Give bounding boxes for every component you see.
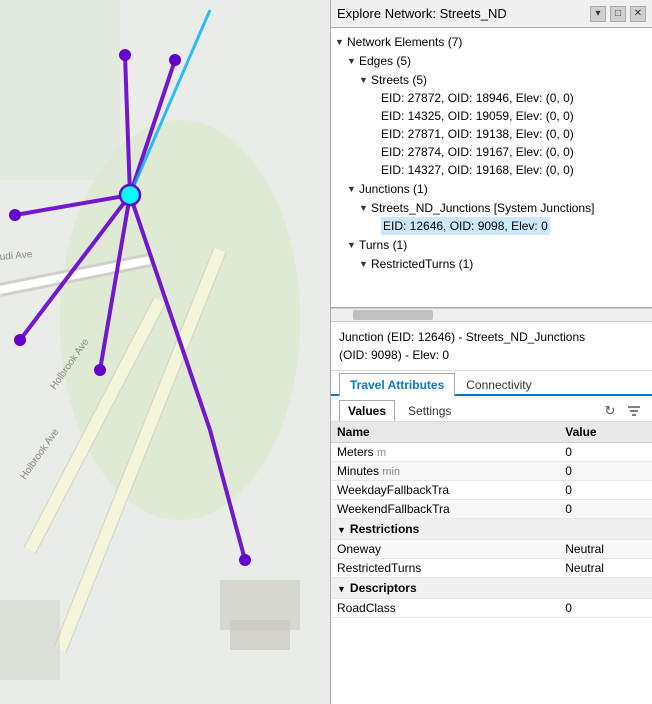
info-section: Junction (EID: 12646) - Streets_ND_Junct… [331,322,652,371]
table-row: RestrictedTurnsNeutral [331,559,652,578]
table-row: Minutes min0 [331,462,652,481]
tree-street-item-1[interactable]: EID: 14325, OID: 19059, Elev: (0, 0) [331,107,652,125]
tree-horizontal-scrollbar[interactable] [331,308,652,322]
tab-travel-attributes[interactable]: Travel Attributes [339,373,455,396]
dropdown-button[interactable]: ▾ [590,6,606,22]
root-triangle: ▼ [335,33,347,51]
tree-street-item-0[interactable]: EID: 27872, OID: 18946, Elev: (0, 0) [331,89,652,107]
tree-streets: ▼ Streets (5) [331,70,652,89]
tree-edges: ▼ Edges (5) [331,51,652,70]
tree-street-item-3[interactable]: EID: 27874, OID: 19167, Elev: (0, 0) [331,143,652,161]
tabs-bar: Travel Attributes Connectivity [331,373,652,396]
attr-table-container[interactable]: Name Value Meters m0Minutes min0WeekdayF… [331,422,652,704]
table-row: WeekendFallbackTra0 [331,500,652,519]
panel-title: Explore Network: Streets_ND [337,6,507,21]
info-line1: Junction (EID: 12646) - Streets_ND_Junct… [339,328,644,346]
tree-turns: ▼ Turns (1) [331,235,652,254]
map-area: Holbrook Ave Holbrook Ave udi Ave [0,0,330,704]
tab-connectivity[interactable]: Connectivity [455,373,542,396]
sub-tab-icons: ↻ [600,401,644,421]
table-row: Meters m0 [331,443,652,462]
table-row: WeekdayFallbackTra0 [331,481,652,500]
tree-junctions-sub: ▼ Streets_ND_Junctions [System Junctions… [331,198,652,217]
tree-street-item-4[interactable]: EID: 14327, OID: 19168, Elev: (0, 0) [331,161,652,179]
filter-icon[interactable] [624,401,644,421]
tree-area[interactable]: ▼ Network Elements (7) ▼ Edges (5) ▼ Str… [331,28,652,308]
restrictions-header-row: ▼Restrictions [331,519,652,540]
tree-root: ▼ Network Elements (7) [331,32,652,51]
panel-header: Explore Network: Streets_ND ▾ □ ✕ [331,0,652,28]
col-name-header: Name [331,422,559,443]
info-line2: (OID: 9098) - Elev: 0 [339,346,644,364]
col-value-header: Value [559,422,652,443]
minimize-button[interactable]: □ [610,6,626,22]
tree-restricted-turns: ▼ RestrictedTurns (1) [331,254,652,273]
subtab-values[interactable]: Values [339,400,395,421]
hscroll-thumb[interactable] [353,310,433,320]
table-row: RoadClass0 [331,599,652,618]
tree-junctions: ▼ Junctions (1) [331,179,652,198]
table-body: Meters m0Minutes min0WeekdayFallbackTra0… [331,443,652,618]
descriptors-header-row: ▼Descriptors [331,578,652,599]
subtab-settings[interactable]: Settings [399,400,460,421]
attr-table: Name Value Meters m0Minutes min0WeekdayF… [331,422,652,618]
close-button[interactable]: ✕ [630,6,646,22]
panel: Explore Network: Streets_ND ▾ □ ✕ ▼ Netw… [330,0,652,704]
sub-tabs-bar: Values Settings ↻ [331,396,652,422]
refresh-icon[interactable]: ↻ [600,401,620,421]
tree-junction-selected[interactable]: EID: 12646, OID: 9098, Elev: 0 [331,217,652,235]
tree-street-item-2[interactable]: EID: 27871, OID: 19138, Elev: (0, 0) [331,125,652,143]
panel-controls: ▾ □ ✕ [590,6,646,22]
table-row: OnewayNeutral [331,540,652,559]
